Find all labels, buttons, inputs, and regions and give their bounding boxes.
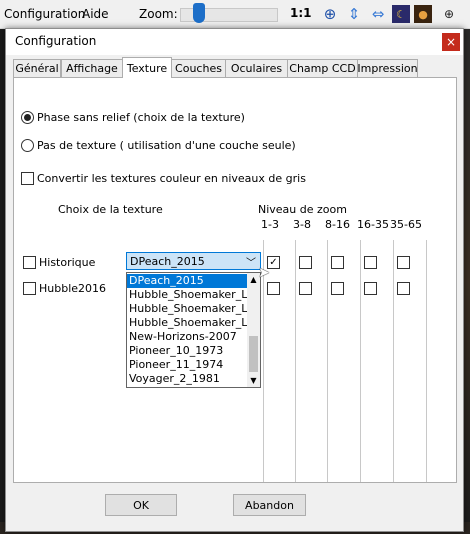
zoom-level-16-35: 16-35 bbox=[357, 218, 389, 231]
dropdown-option[interactable]: Hubble_Shoemaker_Lev bbox=[127, 288, 247, 302]
zoom-level-35-65: 35-65 bbox=[390, 218, 422, 231]
row-label-hubble2016: Hubble2016 bbox=[39, 282, 107, 295]
dropdown-option[interactable]: Voyager_2_1981 bbox=[127, 372, 247, 386]
column-divider bbox=[327, 240, 328, 482]
radio-relief-label[interactable]: Phase sans relief (choix de la texture) bbox=[37, 111, 245, 124]
radio-relief[interactable] bbox=[21, 111, 34, 124]
column-divider bbox=[360, 240, 361, 482]
zoom-level-3-8: 3-8 bbox=[293, 218, 311, 231]
texture-choice-header: Choix de la texture bbox=[58, 203, 163, 216]
crosshair-icon[interactable]: ⊕ bbox=[321, 5, 339, 23]
zoom-checkbox-35-65-hubble[interactable] bbox=[397, 282, 410, 295]
zoom-checkbox-8-16-hubble[interactable] bbox=[331, 282, 344, 295]
dialog-titlebar: Configuration × bbox=[6, 29, 463, 55]
texture-dropdown-value: DPeach_2015 bbox=[130, 255, 205, 268]
gray-checkbox[interactable] bbox=[21, 172, 34, 185]
dropdown-option[interactable]: New-Horizons-2007 bbox=[127, 330, 247, 344]
dropdown-option[interactable]: DPeach_2015 bbox=[127, 274, 247, 288]
planet-image-icon[interactable]: ● bbox=[414, 5, 432, 23]
row-checkbox-hubble2016[interactable] bbox=[23, 282, 36, 295]
ok-button[interactable]: OK bbox=[105, 494, 177, 516]
dropdown-option[interactable]: Pioneer_10_1973 bbox=[127, 344, 247, 358]
menubar: Configuration Aide Zoom: 1:1 ⊕ ⇕ ⇔ ☾ ● ⊕ bbox=[0, 0, 470, 29]
menu-aide[interactable]: Aide bbox=[82, 7, 109, 21]
tab-couches[interactable]: Couches bbox=[171, 59, 226, 77]
tab-general[interactable]: Général bbox=[13, 59, 61, 77]
column-divider bbox=[426, 240, 427, 482]
zoom-checkbox-3-8-hubble[interactable] bbox=[299, 282, 312, 295]
dropdown-scrollbar[interactable]: ▲ ▼ bbox=[247, 273, 260, 387]
zoom-label: Zoom: bbox=[139, 7, 178, 21]
zoom-level-8-16: 8-16 bbox=[325, 218, 350, 231]
mouse-cursor-icon: ➤ bbox=[258, 265, 270, 281]
menu-configuration[interactable]: Configuration bbox=[4, 7, 85, 21]
tab-impression[interactable]: Impression bbox=[357, 59, 418, 77]
column-divider bbox=[393, 240, 394, 482]
close-button[interactable]: × bbox=[442, 33, 460, 51]
zoom-slider-thumb[interactable] bbox=[193, 3, 205, 23]
scrollbar-thumb[interactable] bbox=[249, 336, 258, 372]
zoom-checkbox-16-35[interactable] bbox=[364, 256, 377, 269]
tab-oculaires[interactable]: Oculaires bbox=[225, 59, 288, 77]
configuration-dialog: Configuration × Général Affichage Textur… bbox=[5, 28, 464, 532]
dropdown-option[interactable]: Pioneer_11_1974 bbox=[127, 358, 247, 372]
radio-no-texture-label[interactable]: Pas de texture ( utilisation d'une couch… bbox=[37, 139, 296, 152]
tab-affichage[interactable]: Affichage bbox=[61, 59, 123, 77]
gray-checkbox-label[interactable]: Convertir les textures couleur en niveau… bbox=[37, 172, 306, 185]
row-checkbox-historique[interactable] bbox=[23, 256, 36, 269]
zoom-checkbox-1-3-hubble[interactable] bbox=[267, 282, 280, 295]
globe-icon[interactable]: ⊕ bbox=[440, 5, 458, 23]
zoom-level-1-3: 1-3 bbox=[261, 218, 279, 231]
zoom-level-header: Niveau de zoom bbox=[258, 203, 347, 216]
texture-dropdown[interactable]: DPeach_2015 ﹀ bbox=[126, 252, 261, 270]
zoom-checkbox-3-8[interactable] bbox=[299, 256, 312, 269]
zoom-checkbox-35-65[interactable] bbox=[397, 256, 410, 269]
scroll-down-icon[interactable]: ▼ bbox=[247, 374, 260, 387]
radio-no-texture[interactable] bbox=[21, 139, 34, 152]
row-label-historique: Historique bbox=[39, 256, 96, 269]
moon-image-icon[interactable]: ☾ bbox=[392, 5, 410, 23]
cancel-button[interactable]: Abandon bbox=[233, 494, 306, 516]
tab-texture[interactable]: Texture bbox=[122, 57, 172, 78]
dropdown-option[interactable]: Hubble_Shoemaker_Lev bbox=[127, 302, 247, 316]
texture-dropdown-list: DPeach_2015 Hubble_Shoemaker_Lev Hubble_… bbox=[126, 272, 261, 388]
horizontal-flip-icon[interactable]: ⇔ bbox=[369, 5, 387, 23]
vertical-flip-icon[interactable]: ⇕ bbox=[345, 5, 363, 23]
zoom-ratio[interactable]: 1:1 bbox=[290, 6, 312, 20]
zoom-checkbox-16-35-hubble[interactable] bbox=[364, 282, 377, 295]
dialog-title: Configuration bbox=[15, 34, 97, 48]
dropdown-option[interactable]: Hubble_Shoemaker_Lev bbox=[127, 316, 247, 330]
zoom-checkbox-8-16[interactable] bbox=[331, 256, 344, 269]
column-divider bbox=[295, 240, 296, 482]
chevron-down-icon: ﹀ bbox=[246, 258, 256, 269]
tab-champ-ccd[interactable]: Champ CCD bbox=[287, 59, 358, 77]
